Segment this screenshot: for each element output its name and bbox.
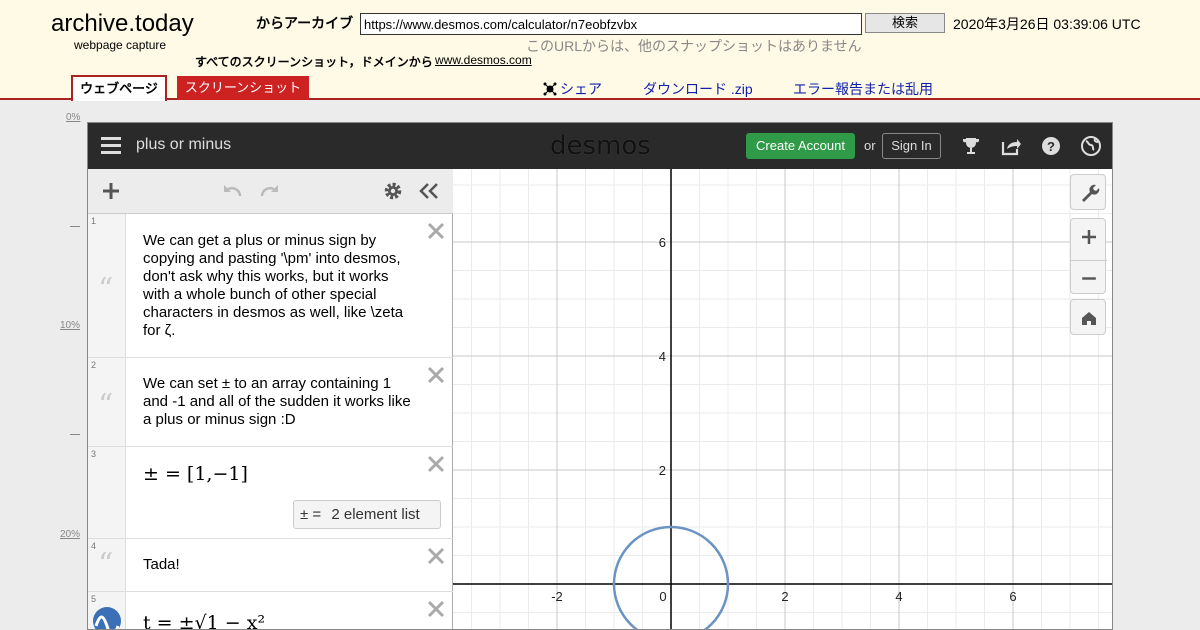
create-account-button[interactable]: Create Account <box>746 133 855 159</box>
url-input[interactable] <box>360 13 862 35</box>
ruler-tick <box>70 434 80 435</box>
from-archive-label: からアーカイブ <box>256 15 354 31</box>
collapse-panel-icon[interactable] <box>418 181 440 201</box>
zoom-in-icon[interactable] <box>1071 219 1107 255</box>
graph-canvas[interactable]: -2 0 2 4 6 2 4 6 <box>453 169 1113 630</box>
delete-icon[interactable] <box>426 365 446 385</box>
share-link[interactable]: シェア <box>543 79 602 99</box>
domain-link[interactable]: www.desmos.com <box>435 53 532 67</box>
expression-toolbar <box>88 169 453 214</box>
ruler-label-20[interactable]: 20% <box>60 529 80 540</box>
note-text[interactable]: We can get a plus or minus sign by copyi… <box>143 232 418 340</box>
expression-gutter: 5 <box>88 592 126 630</box>
ruler-label-10[interactable]: 10% <box>60 320 80 331</box>
ruler-tick <box>70 226 80 227</box>
share-graph-icon[interactable] <box>1000 135 1022 157</box>
expression-number: 2 <box>91 360 97 370</box>
zoom-controls <box>1070 218 1107 296</box>
badge-text: 2 element list <box>331 506 420 523</box>
badge-symbol: ± = <box>300 506 322 523</box>
note-quote-icon: “ <box>98 388 114 423</box>
all-screenshots-label: すべてのスクリーンショット，ドメインから <box>195 55 433 69</box>
archive-header: archive.today webpage capture からアーカイブ 検索… <box>0 0 1200 101</box>
expression-gutter: 4 “ <box>88 539 126 591</box>
graph-settings-button[interactable] <box>1070 174 1106 210</box>
capture-date: 2020年3月26日 03:39:06 UTC <box>953 16 1141 32</box>
default-viewport-button[interactable] <box>1070 299 1106 335</box>
note-quote-icon: “ <box>98 547 114 582</box>
x-tick-label: 0 <box>659 589 666 604</box>
expression-number: 3 <box>91 449 97 459</box>
note-quote-icon: “ <box>98 272 114 307</box>
x-tick-label: 4 <box>895 589 902 604</box>
trophy-icon[interactable] <box>960 135 982 157</box>
list-evaluation-badge: ± = 2 element list <box>293 500 441 529</box>
desmos-logo: desmos <box>550 131 651 161</box>
expression-row[interactable]: 5 t = ±√1 − x² <box>88 592 453 630</box>
expression-row[interactable]: 1 “ We can get a plus or minus sign by c… <box>88 214 453 358</box>
y-tick-label: 2 <box>659 463 666 478</box>
hamburger-menu-icon[interactable] <box>101 137 121 154</box>
add-item-icon[interactable] <box>101 181 121 201</box>
no-other-snapshots-text: このURLからは、他のスナップショットはありません <box>526 38 862 54</box>
major-gridlines <box>453 169 1112 629</box>
expression-number: 4 <box>91 541 97 551</box>
zoom-out-icon[interactable] <box>1071 260 1107 296</box>
axis-tick-labels: -2 0 2 4 6 2 4 6 <box>551 235 1016 604</box>
wrench-icon <box>1082 184 1100 202</box>
search-button[interactable]: 検索 <box>865 13 945 33</box>
share-icon <box>543 82 557 96</box>
tab-screenshot[interactable]: スクリーンショット <box>177 76 309 100</box>
math-expression[interactable]: ± = [1,−1] <box>143 463 248 485</box>
redo-icon[interactable] <box>258 181 280 201</box>
expression-row[interactable]: 2 “ We can set ± to an array containing … <box>88 358 453 447</box>
expression-gutter: 3 <box>88 447 126 538</box>
desmos-topbar: plus or minus desmos Create Account or S… <box>88 123 1112 169</box>
x-tick-label: 6 <box>1009 589 1016 604</box>
ruler-label-0[interactable]: 0% <box>66 112 80 123</box>
note-text[interactable]: Tada! <box>143 556 418 574</box>
minor-gridlines <box>453 169 1112 629</box>
expression-list: 1 “ We can get a plus or minus sign by c… <box>88 169 453 630</box>
expression-row[interactable]: 3 ± = [1,−1] ± = 2 element list <box>88 447 453 539</box>
y-tick-label: 4 <box>659 349 666 364</box>
expression-number: 1 <box>91 216 97 226</box>
undo-icon[interactable] <box>222 181 244 201</box>
gear-icon[interactable] <box>383 181 403 201</box>
home-icon <box>1082 312 1096 325</box>
desmos-calculator: plus or minus desmos Create Account or S… <box>87 122 1113 630</box>
x-tick-label: 2 <box>781 589 788 604</box>
download-link[interactable]: ダウンロード .zip <box>643 79 753 99</box>
expression-gutter: 2 “ <box>88 358 126 446</box>
expression-number: 5 <box>91 594 97 604</box>
curve-color-icon[interactable] <box>92 606 122 630</box>
delete-icon[interactable] <box>426 454 446 474</box>
graph-paper[interactable]: -2 0 2 4 6 2 4 6 <box>453 169 1113 630</box>
globe-icon[interactable] <box>1080 135 1102 157</box>
y-tick-label: 6 <box>659 235 666 250</box>
share-label: シェア <box>560 81 602 97</box>
delete-icon[interactable] <box>426 546 446 566</box>
graph-title[interactable]: plus or minus <box>136 136 231 154</box>
delete-icon[interactable] <box>426 221 446 241</box>
sign-in-button[interactable]: Sign In <box>882 133 941 159</box>
or-text: or <box>864 138 876 153</box>
x-tick-label: -2 <box>551 589 563 604</box>
tab-webpage[interactable]: ウェブページ <box>71 75 167 101</box>
archive-subtitle: webpage capture <box>74 38 167 52</box>
archive-logo[interactable]: archive.today <box>51 10 194 38</box>
help-icon[interactable]: ? <box>1040 135 1062 157</box>
expression-gutter: 1 “ <box>88 214 126 357</box>
expression-row[interactable]: 4 “ Tada! <box>88 539 453 592</box>
report-link[interactable]: エラー報告または乱用 <box>793 79 933 99</box>
note-text[interactable]: We can set ± to an array containing 1 an… <box>143 375 418 429</box>
svg-text:?: ? <box>1047 139 1055 154</box>
math-expression[interactable]: t = ±√1 − x² <box>143 612 265 629</box>
delete-icon[interactable] <box>426 599 446 619</box>
